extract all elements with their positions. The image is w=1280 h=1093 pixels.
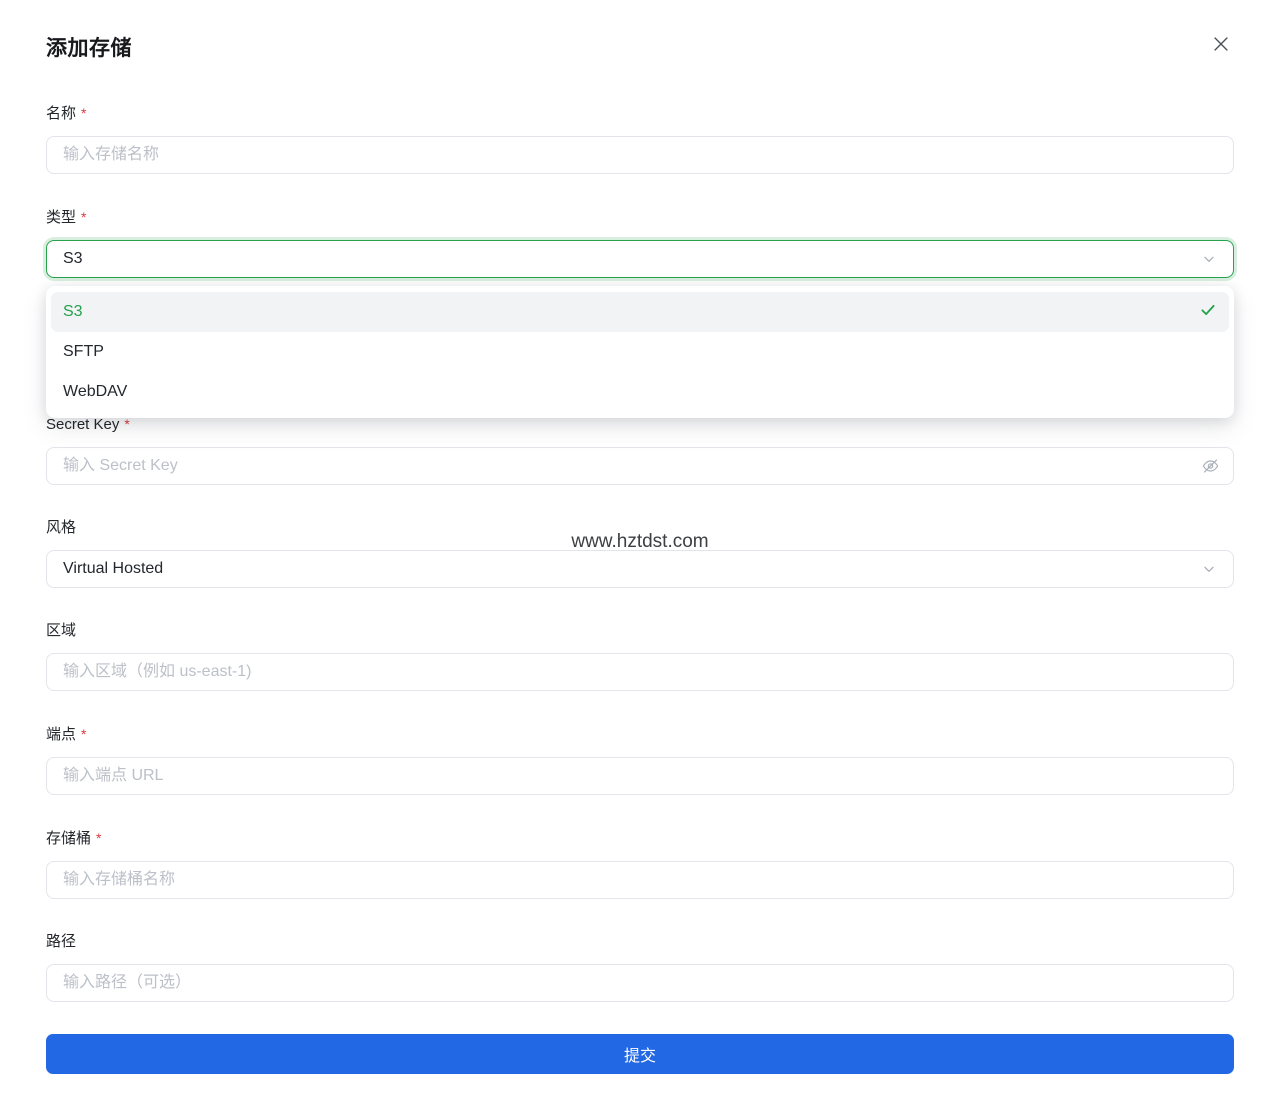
- name-label: 名称 *: [46, 105, 87, 122]
- type-select-value: S3: [63, 250, 83, 267]
- dropdown-option-s3[interactable]: S3: [51, 292, 1229, 332]
- type-select[interactable]: S3: [46, 240, 1234, 278]
- required-marker: *: [81, 209, 87, 225]
- type-dropdown-menu: S3 SFTP WebDAV: [46, 286, 1234, 418]
- style-select-value: Virtual Hosted: [63, 560, 164, 577]
- field-group-region: 区域: [46, 622, 1234, 691]
- required-marker: *: [96, 830, 102, 846]
- required-marker: *: [81, 726, 87, 742]
- dialog-title: 添加存储: [46, 37, 132, 60]
- field-group-type: 类型 * S3 S3 SFTP WebDAV: [46, 208, 1234, 418]
- chevron-down-icon: [1201, 561, 1217, 577]
- add-storage-dialog: 添加存储 名称* 类型* S3 S3 SFTP: [0, 0, 1280, 1093]
- dialog-header: 添加存储: [46, 32, 1234, 62]
- endpoint-label: 端点 *: [46, 726, 87, 743]
- field-group-bucket: 存储桶 *: [46, 829, 1234, 899]
- type-label: 类型 *: [46, 209, 87, 226]
- path-label: 路径: [46, 933, 77, 950]
- endpoint-input[interactable]: [46, 757, 1234, 795]
- required-marker: *: [81, 105, 87, 121]
- submit-button[interactable]: 提交: [46, 1034, 1234, 1074]
- field-group-path: 路径: [46, 933, 1234, 1002]
- field-group-name: 名称 *: [46, 104, 1234, 174]
- chevron-down-icon: [1201, 251, 1217, 267]
- eye-off-icon[interactable]: [1201, 457, 1220, 476]
- style-select[interactable]: Virtual Hosted: [46, 550, 1234, 588]
- close-button[interactable]: [1208, 33, 1234, 59]
- secret-key-input[interactable]: [46, 447, 1234, 485]
- name-input[interactable]: [46, 136, 1234, 174]
- field-group-style: 风格 Virtual Hosted: [46, 519, 1234, 588]
- style-label: 风格: [46, 519, 77, 536]
- check-icon: [1199, 301, 1217, 324]
- region-input[interactable]: [46, 653, 1234, 691]
- bucket-input[interactable]: [46, 861, 1234, 899]
- bucket-label: 存储桶 *: [46, 830, 102, 847]
- field-group-endpoint: 端点 *: [46, 725, 1234, 795]
- required-marker: *: [124, 416, 130, 432]
- close-icon: [1210, 33, 1232, 60]
- region-label: 区域: [46, 622, 77, 639]
- dropdown-option-sftp[interactable]: SFTP: [51, 332, 1229, 372]
- field-group-secret-key: Secret Key *: [46, 415, 1234, 485]
- path-input[interactable]: [46, 964, 1234, 1002]
- dropdown-option-webdav[interactable]: WebDAV: [51, 372, 1229, 412]
